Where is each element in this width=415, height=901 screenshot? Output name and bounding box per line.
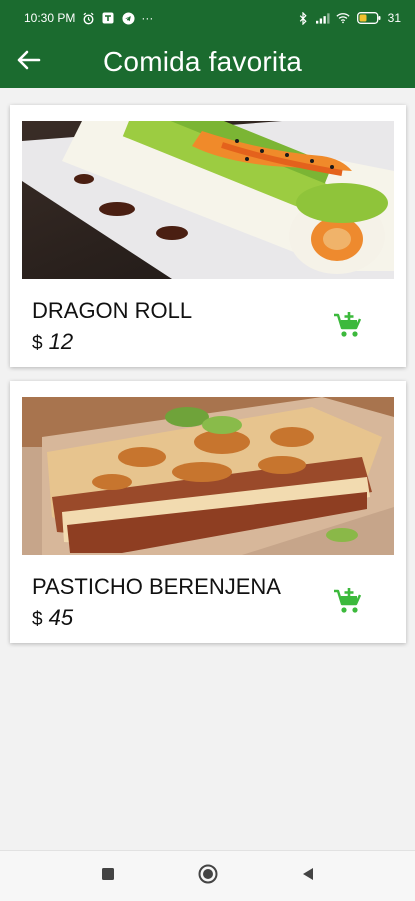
food-price-row: $ 12 xyxy=(32,329,73,355)
food-price: 45 xyxy=(48,605,74,630)
status-bar: 10:30 PM ··· 31 xyxy=(0,0,415,36)
battery-level: 31 xyxy=(387,11,401,25)
food-name: PASTICHO BERENJENA xyxy=(32,574,281,599)
food-card[interactable]: DRAGON ROLL $ 12 xyxy=(10,105,406,367)
recents-button[interactable] xyxy=(93,861,123,891)
back-triangle-icon xyxy=(301,867,315,886)
app-notification-icon xyxy=(101,11,115,25)
status-bar-right: 31 xyxy=(296,11,401,25)
signal-icon xyxy=(315,11,330,25)
food-name: DRAGON ROLL xyxy=(32,298,193,323)
recents-square-icon xyxy=(101,867,115,886)
arrow-back-icon xyxy=(15,49,41,76)
food-card[interactable]: PASTICHO BERENJENA $ 45 xyxy=(10,381,406,643)
food-list: DRAGON ROLL $ 12 PASTICHO BERENJENA $ 45 xyxy=(0,88,415,850)
food-price-row: $ 45 xyxy=(32,605,73,631)
add-to-cart-button[interactable] xyxy=(332,587,364,621)
back-button[interactable] xyxy=(0,36,56,88)
currency-symbol: $ xyxy=(32,333,43,354)
home-circle-icon xyxy=(198,864,218,889)
system-back-button[interactable] xyxy=(293,861,323,891)
app-bar: Comida favorita xyxy=(0,36,415,88)
battery-icon xyxy=(356,11,382,25)
add-shopping-cart-icon xyxy=(333,311,363,345)
status-bar-left: 10:30 PM ··· xyxy=(24,11,153,25)
status-time: 10:30 PM xyxy=(24,11,76,25)
telegram-icon xyxy=(121,11,135,25)
page-title: Comida favorita xyxy=(103,46,303,77)
add-shopping-cart-icon xyxy=(333,587,363,621)
sushi-dragon-roll-photo xyxy=(22,121,394,279)
alarm-icon xyxy=(81,11,95,25)
add-to-cart-button[interactable] xyxy=(332,311,364,345)
wifi-icon xyxy=(336,11,350,25)
system-nav-bar xyxy=(0,850,415,901)
food-price: 12 xyxy=(48,329,74,354)
currency-symbol: $ xyxy=(32,609,43,630)
lasagna-photo xyxy=(22,397,394,555)
more-dots-icon: ··· xyxy=(141,11,154,25)
home-button[interactable] xyxy=(193,861,223,891)
bluetooth-icon xyxy=(296,11,310,25)
